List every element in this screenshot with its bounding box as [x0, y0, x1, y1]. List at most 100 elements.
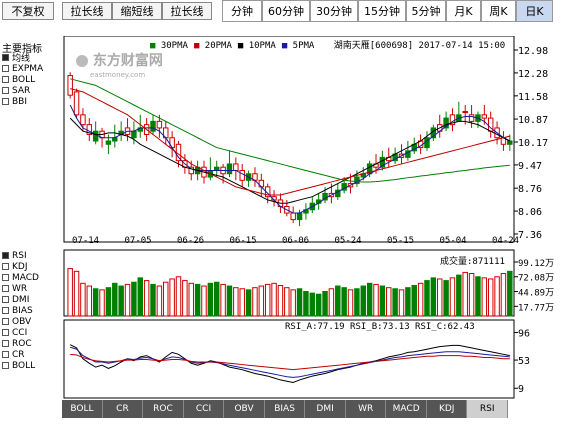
x-tick-label: 05-04 — [440, 236, 467, 246]
indicator-option[interactable]: SAR — [2, 85, 57, 96]
indicator-option[interactable]: ROC — [2, 338, 57, 349]
volume-bar — [494, 276, 500, 317]
volume-bar — [424, 280, 430, 317]
indicator-option[interactable]: WR — [2, 283, 57, 294]
checkbox-icon[interactable] — [2, 65, 9, 72]
checkbox-icon[interactable] — [2, 274, 9, 281]
x-tick-label: 07-05 — [125, 236, 152, 246]
indicator-option[interactable]: RSI — [2, 250, 57, 261]
volume-bar — [309, 292, 316, 317]
candle-body — [150, 120, 156, 132]
volume-bar — [226, 285, 233, 317]
indicator-option[interactable]: CCI — [2, 327, 57, 338]
volume-bar — [252, 287, 258, 317]
volume-bar — [188, 282, 194, 317]
rsi-label: RSI_A:77.19 RSI_B:73.13 RSI_C:62.43 — [285, 322, 475, 332]
period-tab[interactable]: 月K — [446, 0, 481, 22]
indicator-tab[interactable]: OBV — [224, 400, 265, 418]
checkbox-icon[interactable] — [2, 285, 9, 292]
indicator-label: WR — [12, 283, 28, 294]
indicator-tab[interactable]: CCI — [184, 400, 225, 418]
indicator-option[interactable]: BBI — [2, 96, 57, 107]
checkbox-icon[interactable] — [2, 76, 9, 83]
indicator-option[interactable]: KDJ — [2, 261, 57, 272]
checkbox-icon[interactable] — [2, 87, 9, 94]
y-tick-label: 53 — [518, 356, 530, 367]
adjust-button[interactable]: 不复权 — [2, 2, 54, 20]
checkbox-icon[interactable] — [2, 263, 9, 270]
period-tab[interactable]: 分钟 — [222, 0, 262, 22]
checkbox-icon[interactable] — [2, 362, 9, 369]
indicator-tab[interactable]: DMI — [305, 400, 346, 418]
period-tab[interactable]: 5分钟 — [406, 0, 446, 22]
indicator-tab[interactable]: ROC — [143, 400, 184, 418]
indicator-label: KDJ — [12, 261, 28, 272]
indicator-tab[interactable]: MACD — [386, 400, 427, 418]
period-tab[interactable]: 周K — [481, 0, 516, 22]
stretch-button[interactable]: 拉长线 — [62, 2, 112, 20]
ma-line — [70, 88, 510, 196]
stretch-line-button[interactable]: 拉长线 — [162, 2, 212, 20]
volume-bar — [131, 281, 137, 317]
indicator-option[interactable]: BOLL — [2, 360, 57, 371]
y-tick-label: 12.28 — [518, 69, 548, 80]
indicator-tab[interactable]: CR — [103, 400, 144, 418]
checkbox-icon[interactable] — [2, 318, 9, 325]
x-tick-label: 06-15 — [230, 236, 257, 246]
period-tab[interactable]: 日K — [516, 0, 553, 22]
period-tab[interactable]: 60分钟 — [262, 0, 310, 22]
volume-bar — [354, 288, 360, 317]
y-tick-label: 10.17 — [518, 138, 548, 149]
volume-bar — [92, 288, 99, 317]
indicator-option[interactable]: DMI — [2, 294, 57, 305]
candle-body — [67, 75, 73, 96]
indicator-label: OBV — [12, 316, 32, 327]
period-tab[interactable]: 15分钟 — [358, 0, 406, 22]
indicator-label: RSI — [12, 250, 27, 261]
checkbox-icon[interactable] — [2, 329, 9, 336]
indicator-tab[interactable]: BOLL — [62, 400, 103, 418]
checkbox-icon[interactable] — [2, 351, 9, 358]
x-tick-label: 06-26 — [177, 236, 204, 246]
volume-bar — [487, 278, 494, 317]
candle-body — [239, 169, 245, 181]
indicator-option[interactable]: OBV — [2, 316, 57, 327]
x-tick-label: 07-14 — [72, 236, 99, 246]
checkbox-icon[interactable] — [2, 54, 9, 61]
volume-bar — [417, 282, 424, 317]
indicator-tab[interactable]: KDJ — [427, 400, 468, 418]
checkbox-icon[interactable] — [2, 307, 9, 314]
x-tick-label: 06-06 — [282, 236, 309, 246]
volume-bar — [163, 281, 169, 317]
volume-bar — [436, 278, 443, 317]
period-tab[interactable]: 30分钟 — [310, 0, 358, 22]
indicator-tab[interactable]: BIAS — [265, 400, 306, 418]
candle-body — [296, 212, 303, 221]
checkbox-icon[interactable] — [2, 340, 9, 347]
ma-legend-item: ■ 20PMA — [194, 41, 232, 51]
ma-legend-item: ■ 30PMA — [150, 41, 188, 51]
indicator-option[interactable]: CR — [2, 349, 57, 360]
y-tick-label: 11.58 — [518, 92, 548, 103]
indicator-tab[interactable]: WR — [346, 400, 387, 418]
indicator-option[interactable]: BIAS — [2, 305, 57, 316]
checkbox-icon[interactable] — [2, 252, 9, 259]
volume-bar — [264, 283, 271, 317]
checkbox-icon[interactable] — [2, 98, 9, 105]
indicator-option[interactable]: EXPMA — [2, 63, 57, 74]
checkbox-icon[interactable] — [2, 296, 9, 303]
legend-swatch-icon: ■ — [237, 41, 249, 51]
y-tick-label: 72.08万 — [518, 274, 554, 284]
volume-bar — [143, 280, 150, 317]
indicator-label: SAR — [12, 85, 31, 96]
volume-bar — [398, 289, 405, 317]
indicator-label: BOLL — [12, 74, 36, 85]
shorten-button[interactable]: 缩短线 — [112, 2, 162, 20]
indicator-tab[interactable]: RSI — [467, 400, 508, 418]
volume-bar — [392, 288, 398, 317]
volume-bar — [258, 285, 265, 317]
indicator-option[interactable]: BOLL — [2, 74, 57, 85]
indicator-option[interactable]: MACD — [2, 272, 57, 283]
indicator-label: BIAS — [12, 305, 33, 316]
volume-bar — [80, 282, 86, 317]
